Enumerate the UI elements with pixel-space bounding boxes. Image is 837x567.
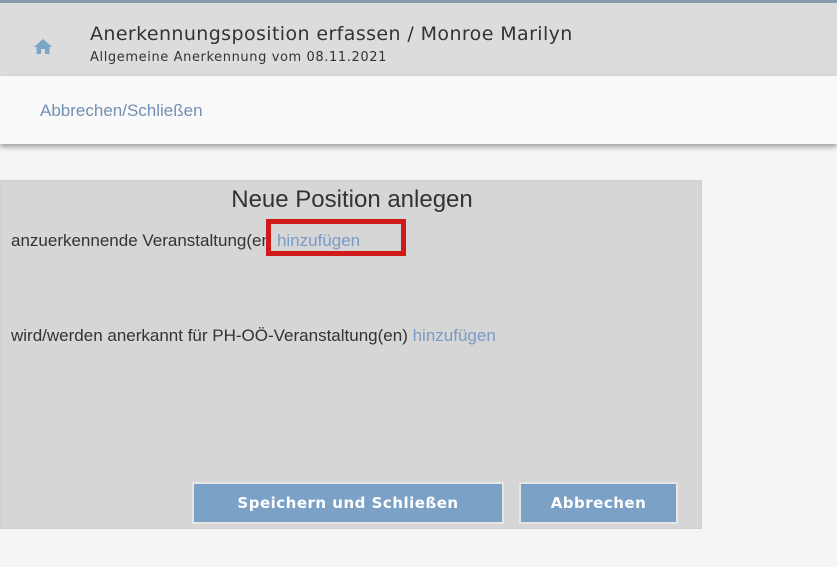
add-ph-course-link[interactable]: hinzufügen — [413, 326, 496, 345]
page-header: Anerkennungsposition erfassen / Monroe M… — [0, 0, 837, 76]
new-position-panel: Neue Position anlegen anzuerkennende Ver… — [0, 180, 702, 529]
recognized-courses-label: anzuerkennende Veranstaltung(en — [11, 231, 271, 250]
page-title: Anerkennungsposition erfassen / Monroe M… — [90, 23, 573, 45]
cancel-close-link[interactable]: Abbrechen/Schließen — [40, 101, 203, 121]
page-subtitle: Allgemeine Anerkennung vom 08.11.2021 — [90, 50, 387, 65]
add-recognized-course-link-label: hinzufügen — [276, 231, 361, 250]
panel-title: Neue Position anlegen — [231, 186, 473, 213]
toolbar: Abbrechen/Schließen — [0, 76, 837, 144]
save-and-close-button[interactable]: Speichern und Schließen — [194, 484, 502, 522]
add-recognized-course-link[interactable]: hinzufügen — [265, 219, 406, 256]
cancel-button[interactable]: Abbrechen — [521, 484, 676, 522]
recognized-courses-row: anzuerkennende Veranstaltung(en hinzufüge… — [11, 219, 406, 256]
ph-courses-label: wird/werden anerkannt für PH-OÖ-Veransta… — [11, 326, 408, 345]
ph-courses-row: wird/werden anerkannt für PH-OÖ-Veransta… — [11, 326, 496, 346]
home-icon[interactable] — [33, 37, 53, 57]
